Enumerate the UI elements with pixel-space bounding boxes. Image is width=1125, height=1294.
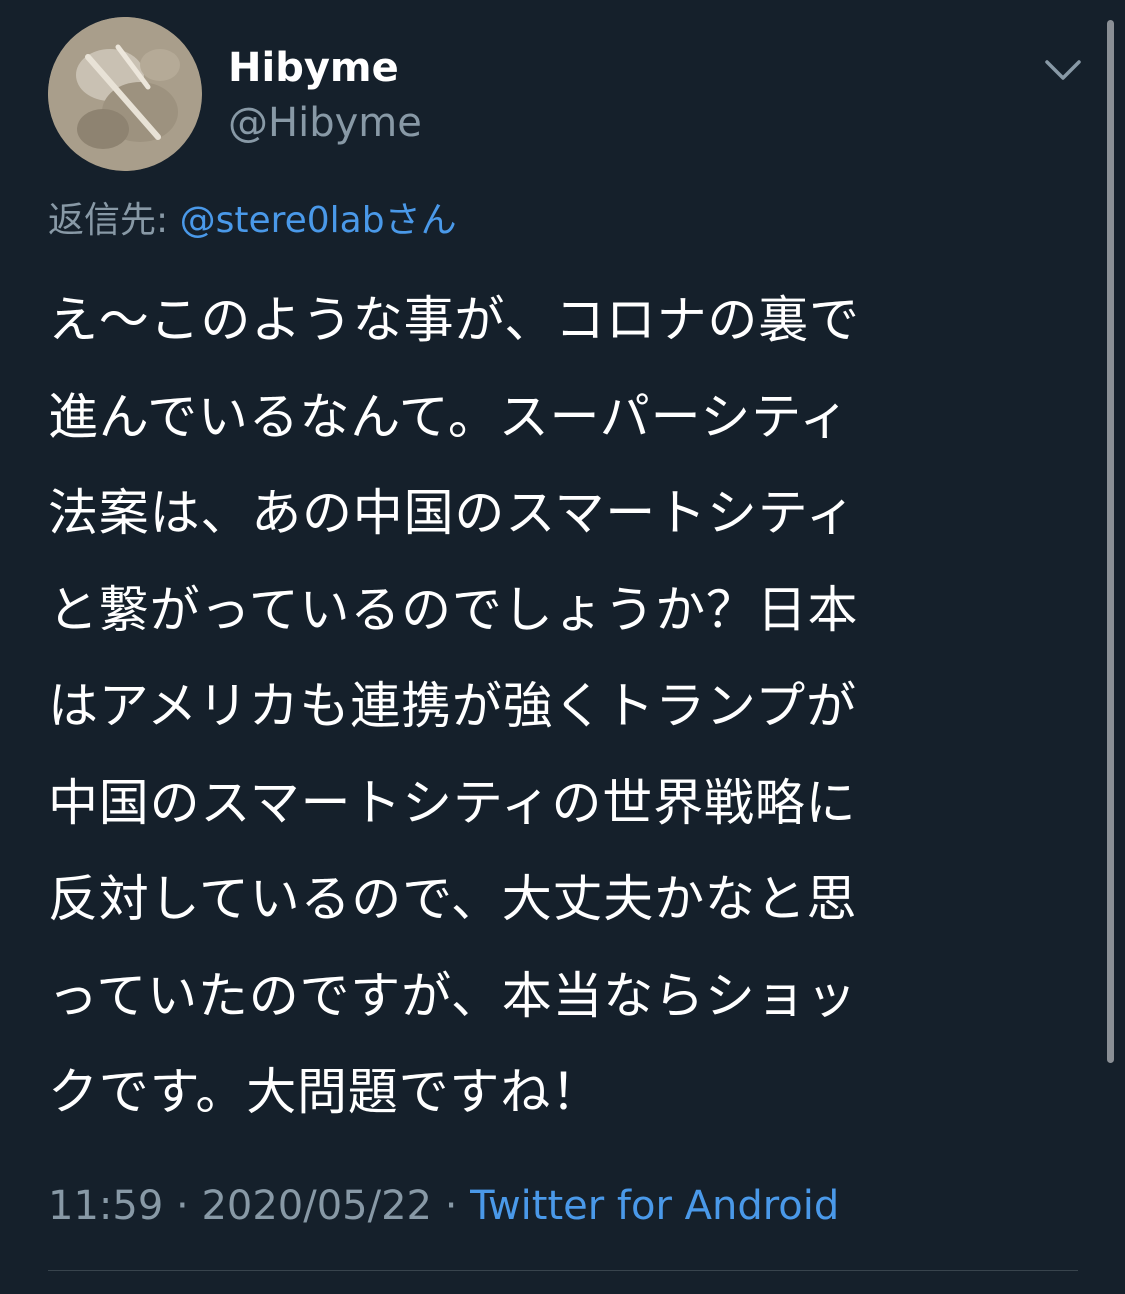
- tweet-text: え～このような事が、コロナの裏で 進んでいるなんて。スーパーシティ 法案は、あの…: [48, 272, 1048, 1141]
- tweet-line: 進んでいるなんて。スーパーシティ: [48, 387, 850, 446]
- tweet-line: と繋がっているのでしょうか？日本: [48, 580, 859, 639]
- user-handle[interactable]: @Hibyme: [228, 99, 422, 147]
- tweet-source-link[interactable]: Twitter for Android: [470, 1183, 839, 1229]
- reply-label: 返信先:: [48, 200, 180, 241]
- tweet-line: 反対しているので、大丈夫かなと思: [48, 870, 858, 928]
- tweet-line: 法案は、あの中国のスマートシティ: [48, 484, 857, 542]
- chevron-down-icon[interactable]: [1042, 52, 1084, 88]
- tweet-line: クです。大問題ですね！: [48, 1063, 602, 1121]
- divider: [48, 1270, 1078, 1271]
- meta-separator: ·: [163, 1183, 202, 1229]
- tweet-meta: 11:59 · 2020/05/22 · Twitter for Android: [48, 1180, 839, 1232]
- tweet-line: はアメリカも連携が強くトランプが: [48, 677, 857, 735]
- avatar[interactable]: [48, 17, 202, 171]
- tweet-line: え～このような事が、コロナの裏で: [48, 291, 860, 349]
- reply-to-user-link[interactable]: @stere0labさん: [180, 200, 457, 241]
- scrollbar[interactable]: [1107, 20, 1114, 1063]
- reply-context: 返信先: @stere0labさん: [48, 198, 457, 244]
- tweet-date: 2020/05/22: [201, 1183, 432, 1229]
- display-name[interactable]: Hibyme: [228, 44, 399, 92]
- meta-separator: ·: [431, 1183, 471, 1229]
- tweet-time: 11:59: [48, 1183, 164, 1229]
- tweet-line: 中国のスマートシティの世界戦略に: [48, 773, 857, 832]
- tweet-line: っていたのですが、本当ならショッ: [48, 966, 858, 1025]
